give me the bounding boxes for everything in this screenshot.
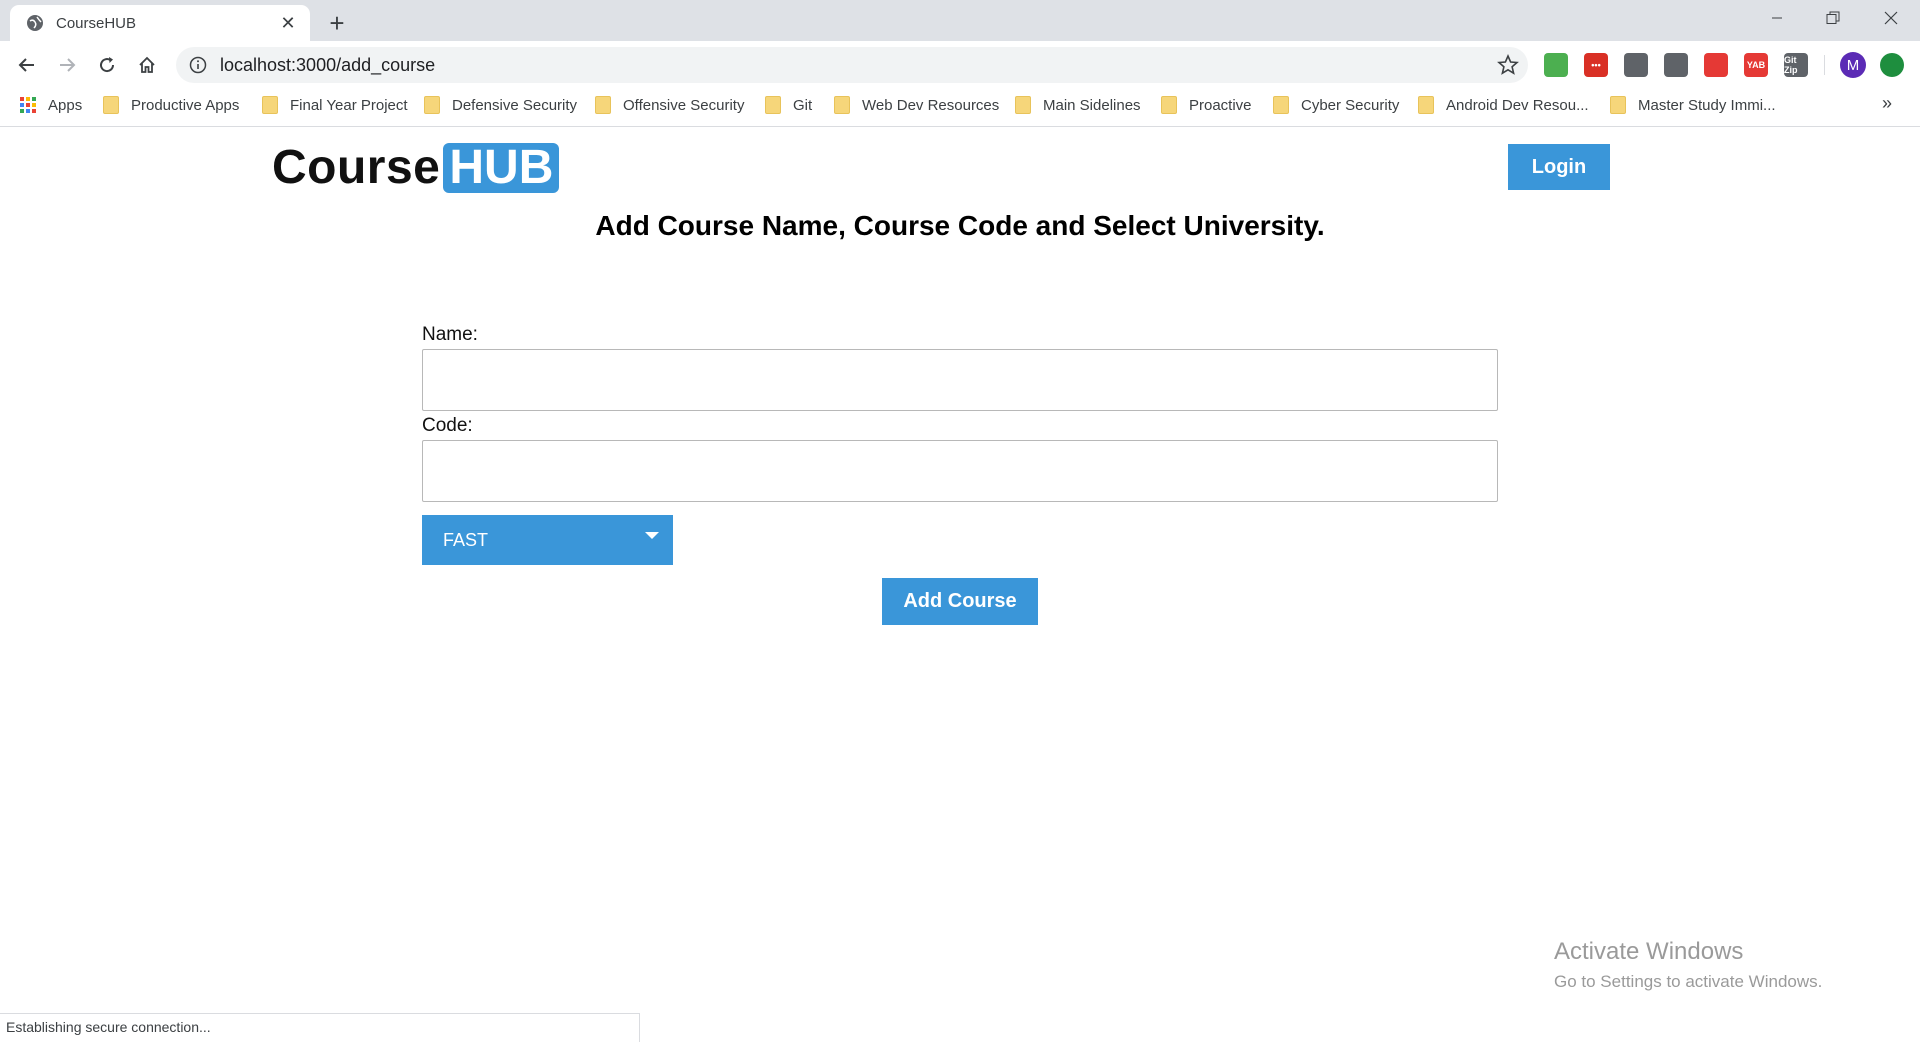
university-selected-value: FAST [443, 529, 489, 550]
watermark-subtitle: Go to Settings to activate Windows. [1554, 972, 1823, 991]
yab-extension-icon[interactable]: YAB [1744, 53, 1768, 77]
gitzip-extension-icon[interactable]: Git Zip [1784, 53, 1808, 77]
profile-avatar[interactable]: M [1840, 52, 1866, 78]
bookmark-label: Android Dev Resou... [1446, 96, 1589, 114]
cloud-extension-icon[interactable] [1624, 53, 1648, 77]
bookmark-label: Productive Apps [131, 96, 240, 114]
bookmark-label: Cyber Security [1301, 96, 1400, 114]
cloud-download-extension-icon[interactable] [1664, 53, 1688, 77]
bookmarks-overflow-icon[interactable]: » [1882, 93, 1892, 114]
bookmark-apps[interactable]: Apps [20, 89, 82, 121]
page-content: Course HUB Login Add Course Name, Course… [0, 128, 1920, 1014]
bookmark-folder[interactable]: Final Year Project [262, 89, 408, 121]
page-title: Add Course Name, Course Code and Select … [595, 210, 1325, 241]
bookmark-folder[interactable]: Web Dev Resources [834, 89, 999, 121]
restore-icon[interactable] [1804, 0, 1862, 36]
bookmark-folder[interactable]: Main Sidelines [1015, 89, 1141, 121]
bookmark-folder[interactable]: Offensive Security [595, 89, 744, 121]
bookmark-folder[interactable]: Productive Apps [103, 89, 239, 121]
folder-icon [1273, 96, 1289, 114]
folder-icon [765, 96, 781, 114]
bookmark-folder[interactable]: Git [765, 89, 812, 121]
bookmark-label: Main Sidelines [1043, 96, 1141, 114]
folder-icon [262, 96, 278, 114]
course-name-input[interactable] [422, 349, 1498, 411]
bookmark-label: Master Study Immi... [1638, 96, 1776, 114]
folder-icon [1015, 96, 1031, 114]
name-label: Name: [422, 324, 478, 345]
apps-grid-icon [20, 97, 36, 113]
reload-icon[interactable] [91, 49, 123, 81]
back-icon[interactable] [11, 49, 43, 81]
folder-icon [424, 96, 440, 114]
minimize-icon[interactable] [1748, 0, 1806, 36]
new-tab-icon[interactable]: + [324, 10, 350, 36]
bookmark-label: Offensive Security [623, 96, 745, 114]
bookmark-folder[interactable]: Defensive Security [424, 89, 577, 121]
close-window-icon[interactable] [1862, 0, 1920, 36]
green-check-extension-icon[interactable] [1544, 53, 1568, 77]
folder-icon [595, 96, 611, 114]
bookmark-label: Proactive [1189, 96, 1252, 114]
folder-icon [1418, 96, 1434, 114]
bookmark-folder[interactable]: Master Study Immi... [1610, 89, 1776, 121]
home-icon[interactable] [131, 49, 163, 81]
bookmark-star-icon[interactable] [1496, 53, 1520, 77]
university-select[interactable]: FAST [422, 515, 673, 565]
add-course-button[interactable]: Add Course [882, 578, 1038, 625]
logo[interactable]: Course HUB [272, 140, 560, 195]
bookmarks-bar: Apps Productive Apps Final Year Project … [0, 89, 1920, 127]
logo-course-text: Course [272, 141, 441, 194]
green-arrow-extension-icon[interactable] [1880, 53, 1904, 77]
site-info-icon[interactable] [188, 55, 208, 75]
browser-toolbar: localhost:3000/add_course ••• YAB Git Zi… [0, 41, 1920, 89]
bookmark-folder[interactable]: Proactive [1161, 89, 1252, 121]
tab-title: CourseHUB [56, 14, 137, 32]
folder-icon [103, 96, 119, 114]
address-bar[interactable]: localhost:3000/add_course [176, 47, 1528, 83]
globe-icon [27, 15, 43, 31]
activate-windows-watermark: Activate Windows Go to Settings to activ… [1554, 938, 1822, 992]
course-code-input[interactable] [422, 440, 1498, 502]
bookmark-label: Web Dev Resources [862, 96, 1000, 114]
bookmark-label: Defensive Security [452, 96, 578, 114]
code-label: Code: [422, 415, 473, 436]
bookmark-label: Final Year Project [290, 96, 408, 114]
bookmark-label: Git [793, 96, 813, 114]
close-tab-icon[interactable]: ✕ [278, 13, 298, 33]
browser-tab[interactable]: CourseHUB ✕ [10, 5, 310, 41]
status-bar: Establishing secure connection... [0, 1013, 640, 1042]
red-c-extension-icon[interactable] [1704, 53, 1728, 77]
url-text[interactable]: localhost:3000/add_course [220, 55, 1496, 76]
logo-hub-text: HUB [443, 142, 560, 193]
bookmark-folder[interactable]: Cyber Security [1273, 89, 1399, 121]
bookmark-folder[interactable]: Android Dev Resou... [1418, 89, 1589, 121]
bookmark-label: Apps [48, 96, 83, 114]
folder-icon [1610, 96, 1626, 114]
folder-icon [1161, 96, 1177, 114]
toolbar-divider [1824, 55, 1825, 75]
watermark-title: Activate Windows [1554, 938, 1744, 965]
forward-icon[interactable] [51, 49, 83, 81]
login-button[interactable]: Login [1508, 144, 1610, 190]
folder-icon [834, 96, 850, 114]
tab-strip: CourseHUB ✕ + [0, 0, 1920, 41]
red-dots-extension-icon[interactable]: ••• [1584, 53, 1608, 77]
caret-down-icon [645, 532, 659, 539]
